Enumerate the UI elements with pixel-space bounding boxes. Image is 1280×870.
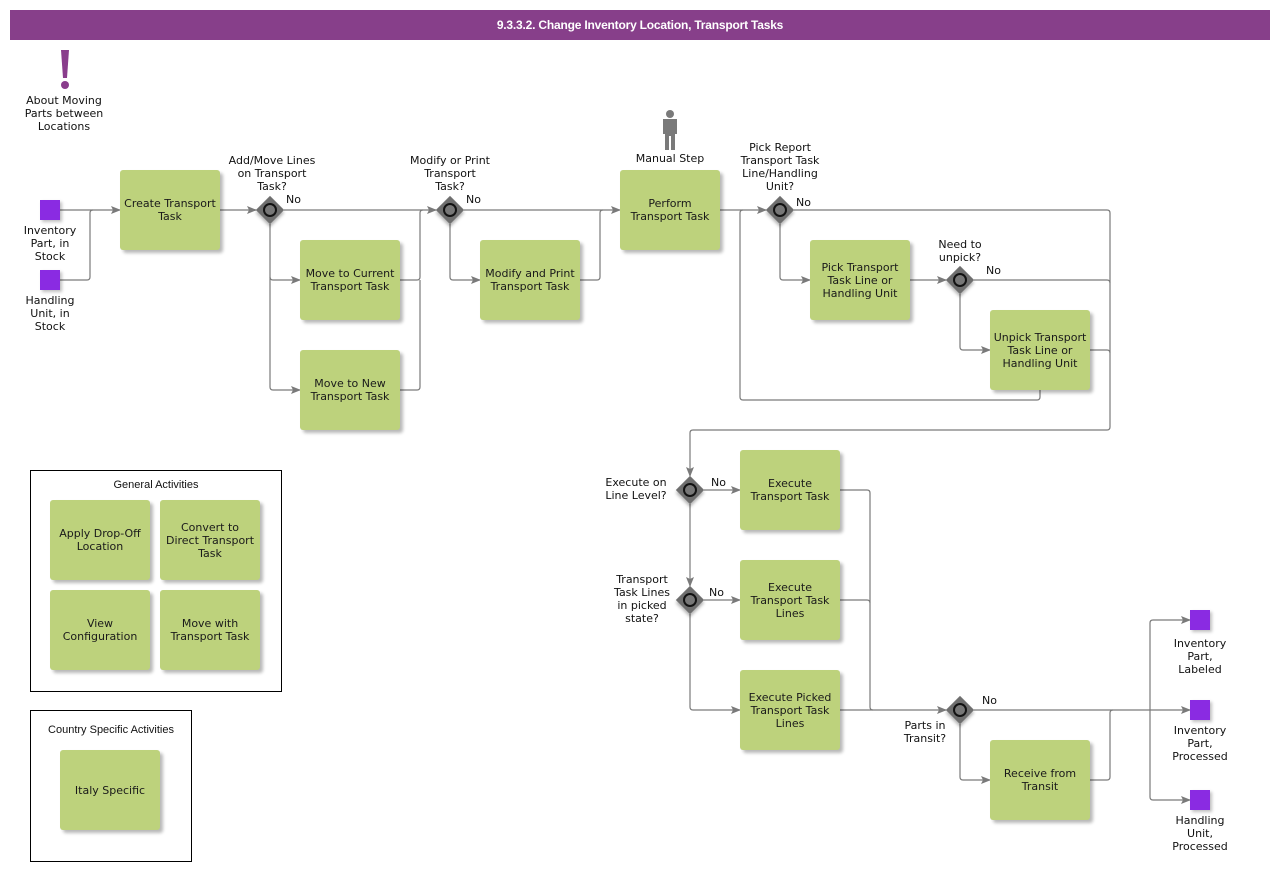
task-perform[interactable]: Perform Transport Task — [620, 170, 720, 250]
gateway-ring-icon — [953, 703, 967, 717]
end-event-inventory-processed[interactable] — [1190, 700, 1210, 720]
gateway-ring-icon — [683, 593, 697, 607]
gateway-label: Pick Report Transport Task Line/Handling… — [740, 141, 820, 193]
edge-label-no: No — [466, 193, 481, 206]
edge — [449, 224, 481, 284]
gateway-ring-icon — [263, 203, 277, 217]
gateway-label: Add/Move Lines on Transport Task? — [228, 154, 316, 193]
edge — [269, 224, 301, 284]
edge — [689, 614, 741, 714]
task-italy-specific[interactable]: Italy Specific — [60, 750, 160, 830]
edge-label-no: No — [982, 694, 997, 707]
edge — [840, 599, 871, 604]
edge-label-no: No — [286, 193, 301, 206]
manual-step-label: Manual Step — [635, 152, 705, 165]
edge-label-no: No — [986, 264, 1001, 277]
gateway-ring-icon — [953, 273, 967, 287]
group-title: General Activities — [113, 479, 199, 491]
task-execute-lines[interactable]: Execute Transport Task Lines — [740, 560, 840, 640]
gateway-ring-icon — [443, 203, 457, 217]
edge — [974, 279, 1111, 284]
task-execute[interactable]: Execute Transport Task — [740, 450, 840, 530]
gateway-label: Transport Task Lines in picked state? — [614, 573, 670, 625]
edge — [400, 209, 424, 281]
task-create-transport-task[interactable]: Create Transport Task — [120, 170, 220, 250]
task-unpick[interactable]: Unpick Transport Task Line or Handling U… — [990, 310, 1090, 390]
gateway-ring-icon — [773, 203, 787, 217]
end-event-handling-processed[interactable] — [1190, 790, 1210, 810]
task-convert-direct[interactable]: Convert to Direct Transport Task — [160, 500, 260, 580]
gateway-line-level[interactable] — [675, 475, 705, 505]
edge-label-no: No — [711, 476, 726, 489]
exclamation-icon[interactable] — [58, 48, 72, 92]
start-event-label: Inventory Part, in Stock — [23, 224, 77, 263]
end-event-label: Inventory Part, Labeled — [1173, 637, 1227, 676]
edge — [1090, 349, 1111, 354]
task-move-with-transport[interactable]: Move with Transport Task — [160, 590, 260, 670]
task-move-to-current[interactable]: Move to Current Transport Task — [300, 240, 400, 320]
gateway-add-move[interactable] — [255, 195, 285, 225]
task-modify-print[interactable]: Modify and Print Transport Task — [480, 240, 580, 320]
gateway-pick-report[interactable] — [765, 195, 795, 225]
task-pick[interactable]: Pick Transport Task Line or Handling Uni… — [810, 240, 910, 320]
group-title: Country Specific Activities — [48, 724, 174, 736]
gateway-label: Need to unpick? — [938, 238, 982, 264]
end-event-inventory-labeled[interactable] — [1190, 610, 1210, 630]
gateway-ring-icon — [683, 483, 697, 497]
annotation-label: About Moving Parts between Locations — [24, 94, 104, 133]
edge-label-no: No — [796, 196, 811, 209]
edge — [269, 277, 301, 394]
gateway-label: Execute on Line Level? — [605, 476, 667, 502]
gateway-label: Parts in Transit? — [903, 719, 947, 745]
task-move-to-new[interactable]: Move to New Transport Task — [300, 350, 400, 430]
task-receive-transit[interactable]: Receive from Transit — [990, 740, 1090, 820]
edge — [400, 280, 421, 391]
start-event-label: Handling Unit, in Stock — [25, 294, 75, 333]
start-event-inventory-part[interactable] — [40, 200, 60, 220]
end-event-label: Inventory Part, Processed — [1172, 724, 1228, 763]
start-event-handling-unit[interactable] — [40, 270, 60, 290]
gateway-need-unpick[interactable] — [945, 265, 975, 295]
edge — [1090, 709, 1114, 781]
edge — [779, 224, 811, 284]
task-execute-picked[interactable]: Execute Picked Transport Task Lines — [740, 670, 840, 750]
task-view-configuration[interactable]: View Configuration — [50, 590, 150, 670]
edge — [580, 209, 604, 281]
task-apply-drop-off[interactable]: Apply Drop-Off Location — [50, 500, 150, 580]
gateway-label: Modify or Print Transport Task? — [410, 154, 490, 193]
gateway-modify-print[interactable] — [435, 195, 465, 225]
person-icon — [663, 110, 677, 150]
edge-label-no: No — [709, 586, 724, 599]
end-event-label: Handling Unit, Processed — [1172, 814, 1228, 853]
edge — [959, 294, 991, 354]
gateway-picked-state[interactable] — [675, 585, 705, 615]
edge — [959, 724, 991, 784]
